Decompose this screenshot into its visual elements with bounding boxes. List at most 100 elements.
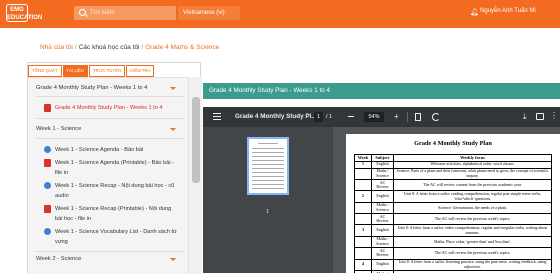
bell-icon[interactable]: 🔔︎ <box>470 8 479 16</box>
subject-cell: Maths / Science <box>371 167 394 180</box>
table-row: Maths / Science Science: Germination, the… <box>354 201 552 215</box>
subject-cell: AC Review <box>371 213 394 226</box>
subject-cell: English <box>371 258 394 271</box>
focus-cell: The AC will review content from the prev… <box>393 178 552 192</box>
subject-cell: Maths / Science <box>371 235 394 249</box>
divider <box>36 138 184 139</box>
page-number-input[interactable]: 1 <box>314 112 323 122</box>
list-item[interactable]: Week 1 - Science Vocabulary List - Danh … <box>44 227 178 247</box>
list-item-label: Week 1 - Science Vocabulary List - Danh … <box>55 229 177 245</box>
week-cell <box>354 178 372 192</box>
table-header: Subject <box>371 154 394 162</box>
list-item[interactable]: Week 1 - Science Agenda - Bảo bài <box>44 145 178 155</box>
pdf-file-title: Grade 4 Monthly Study Pl... <box>235 113 317 120</box>
list-item[interactable]: Grade 4 Monthly Study Plan - Weeks 1 to … <box>44 103 178 113</box>
week-cell <box>354 235 372 249</box>
emg-logo[interactable]: EMG EDUCATION <box>6 4 42 22</box>
rotate-icon[interactable] <box>432 113 440 121</box>
breadcrumb-home[interactable]: Nhà của tôi <box>40 44 73 51</box>
week-cell: 3 <box>354 224 372 237</box>
tab-overview[interactable]: TỔNG QUÁT <box>28 65 62 77</box>
page-total: / 1 <box>326 114 333 120</box>
chevron-down-icon[interactable] <box>170 258 176 261</box>
focus-cell: The AC will review the previous week's t… <box>393 247 552 260</box>
divider <box>36 118 184 119</box>
more-options-icon[interactable]: ⋮ <box>550 112 558 120</box>
list-item-label: Week 1 - Science Agenda - Bảo bài <box>55 147 144 153</box>
week-cell <box>354 247 372 260</box>
list-item[interactable]: Week 1 - Science Recap - Nội dung bài họ… <box>44 181 178 201</box>
week-cell <box>354 213 372 226</box>
course-content-panel: TỔNG QUÁT TÀI LIỆU TRỰC TUYẾN KIỂM TRA G… <box>27 62 202 274</box>
zoom-out-icon[interactable] <box>348 116 354 117</box>
week-cell: 4 <box>354 258 372 271</box>
focus-cell: Welcome activities, alphabetical order, … <box>393 160 552 169</box>
pdf-file-icon <box>44 159 51 167</box>
table-row: AC Review The AC will review content from… <box>354 178 552 192</box>
menu-icon[interactable] <box>213 113 221 120</box>
table-row: 2 English Unit 8: A letter from a sailor: … <box>354 190 552 203</box>
course-tabs: TỔNG QUÁT TÀI LIỆU TRỰC TUYẾN KIỂM TRA <box>28 65 155 77</box>
study-plan-table: Week Subject Weekly focus 1 English Welcom… <box>354 154 552 273</box>
tab-test[interactable]: KIỂM TRA <box>126 65 155 77</box>
audio-file-icon <box>44 182 51 189</box>
fit-page-icon[interactable] <box>415 113 421 121</box>
week-cell: 2 <box>354 190 372 203</box>
search-icon <box>79 9 86 16</box>
chevron-down-icon[interactable] <box>170 128 176 131</box>
focus-cell: Maths: Place value, 'greater than' and '… <box>393 235 552 249</box>
focus-cell: Science: Germination, the needs of a pla… <box>393 201 552 215</box>
audio-file-icon <box>44 228 51 235</box>
pdf-file-icon <box>44 104 51 112</box>
tab-online[interactable]: TRỰC TUYẾN <box>88 65 126 77</box>
table-row: Maths / Science Maths: Place value, 'grea… <box>354 235 552 249</box>
content-tree: Grade 4 Monthly Study Plan - Weeks 1 to … <box>28 77 188 274</box>
search-placeholder: Tìm kiếm <box>90 10 115 16</box>
section-header[interactable]: Week 1 - Science <box>36 126 81 132</box>
zoom-input[interactable]: 54% <box>364 112 384 122</box>
subject-cell: AC Review <box>371 178 394 192</box>
document-heading: Grade 4 Monthly Study Plan <box>414 140 492 147</box>
thumbnail-page-number: 1 <box>266 209 270 215</box>
scrollbar[interactable] <box>188 77 202 274</box>
list-item[interactable]: Week 1 - Science Recap (Printable) - Nội… <box>44 204 178 224</box>
print-icon[interactable] <box>536 113 544 120</box>
focus-cell: Unit 8: A letter from a sailor: video co… <box>393 224 552 237</box>
list-item[interactable]: Week 1 - Science Agenda (Printable) - Bả… <box>44 158 178 178</box>
pdf-toolbar: Grade 4 Monthly Study Pl... 1 / 1 54% + … <box>203 107 560 127</box>
focus-cell: Unit 8: A letter from a sailor: listenin… <box>393 258 552 271</box>
chevron-down-icon[interactable] <box>170 87 176 90</box>
breadcrumb-course[interactable]: Grade 4 Maths & Science <box>145 44 219 51</box>
zoom-in-icon[interactable]: + <box>394 113 399 121</box>
language-select[interactable]: Vietnamese (vi) <box>178 6 240 20</box>
subject-cell: English <box>371 190 394 203</box>
table-row: 1 English Welcome activities, alphabetical… <box>354 160 552 169</box>
list-item-label: Week 1 - Science Recap - Nội dung bài họ… <box>55 183 175 199</box>
subject-cell: AC Review <box>371 247 394 260</box>
list-item-label: Week 1 - Science Agenda (Printable) - Bả… <box>55 160 174 176</box>
breadcrumb-my-courses[interactable]: Các khoá học của tôi <box>79 44 140 51</box>
divider <box>36 96 184 97</box>
subject-cell: English <box>371 160 394 169</box>
top-navbar: EMG EDUCATION Tìm kiếm Vietnamese (vi) 🔔… <box>0 0 560 28</box>
scrollbar-thumb[interactable] <box>192 97 200 183</box>
breadcrumb: Nhà của tôi / Các khoá học của tôi / Grade 4… <box>40 44 220 51</box>
table-row: 4 English Unit 8: A letter from a sailor: … <box>354 258 552 271</box>
table-row: AC Review The AC will review the previous… <box>354 213 552 226</box>
download-icon[interactable]: ⤓ <box>523 112 527 122</box>
divider <box>407 112 408 122</box>
table-header: Weekly focus <box>393 154 552 162</box>
audio-file-icon <box>44 146 51 153</box>
document-title-bar: Grade 4 Monthly Study Plan - Weeks 1 to … <box>203 83 560 99</box>
week-cell <box>354 167 372 180</box>
page-thumbnail[interactable] <box>247 137 289 195</box>
table-header: Week <box>354 154 372 162</box>
list-item-label: Week 1 - Science Recap (Printable) - Nội… <box>55 206 172 222</box>
section-header[interactable]: Grade 4 Monthly Study Plan - Weeks 1 to … <box>36 85 147 91</box>
pdf-file-icon <box>44 205 51 213</box>
section-header[interactable]: Week 2 - Science <box>36 256 81 262</box>
tab-documents[interactable]: TÀI LIỆU <box>62 65 88 77</box>
search-input[interactable]: Tìm kiếm <box>74 6 176 20</box>
user-name[interactable]: Nguyễn Anh Tuấn Mi <box>480 8 536 14</box>
divider <box>36 251 184 252</box>
